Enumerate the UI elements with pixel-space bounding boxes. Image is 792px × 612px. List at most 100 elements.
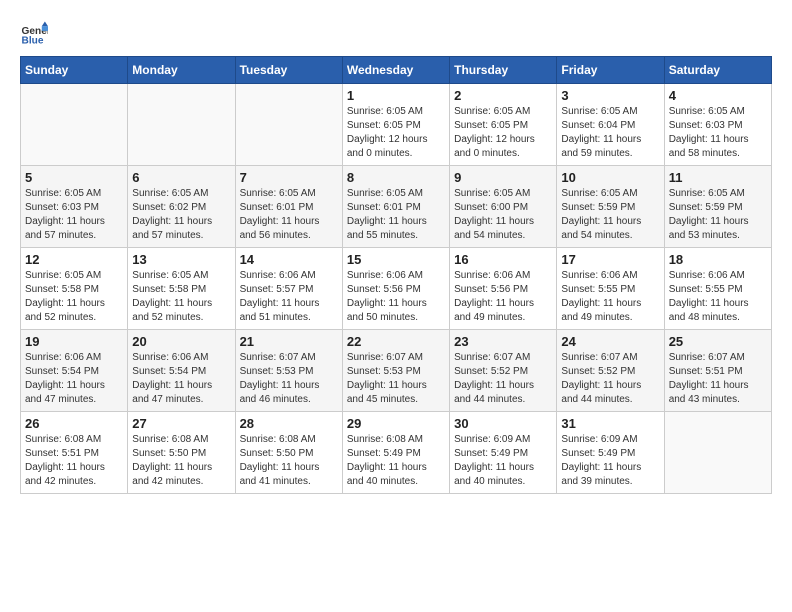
- day-info: Sunrise: 6:05 AM Sunset: 6:05 PM Dayligh…: [347, 105, 445, 161]
- calendar-cell: 20 Sunrise: 6:06 AM Sunset: 5:54 PM Dayli…: [128, 330, 235, 412]
- day-info: Sunrise: 6:05 AM Sunset: 6:04 PM Dayligh…: [561, 105, 659, 161]
- day-number: 22: [347, 334, 445, 349]
- weekday-header-sunday: Sunday: [21, 57, 128, 84]
- calendar-table: SundayMondayTuesdayWednesdayThursdayFrid…: [20, 56, 772, 494]
- calendar-cell: 15 Sunrise: 6:06 AM Sunset: 5:56 PM Dayli…: [342, 248, 449, 330]
- calendar-cell: 10 Sunrise: 6:05 AM Sunset: 5:59 PM Dayli…: [557, 166, 664, 248]
- day-info: Sunrise: 6:06 AM Sunset: 5:54 PM Dayligh…: [25, 351, 123, 407]
- calendar-cell: [664, 412, 771, 494]
- weekday-header-monday: Monday: [128, 57, 235, 84]
- svg-text:Blue: Blue: [22, 35, 44, 46]
- calendar-cell: [21, 84, 128, 166]
- calendar-cell: 16 Sunrise: 6:06 AM Sunset: 5:56 PM Dayli…: [450, 248, 557, 330]
- day-info: Sunrise: 6:07 AM Sunset: 5:52 PM Dayligh…: [454, 351, 552, 407]
- day-info: Sunrise: 6:09 AM Sunset: 5:49 PM Dayligh…: [561, 433, 659, 489]
- day-info: Sunrise: 6:05 AM Sunset: 6:01 PM Dayligh…: [347, 187, 445, 243]
- calendar-week-row: 19 Sunrise: 6:06 AM Sunset: 5:54 PM Dayli…: [21, 330, 772, 412]
- day-info: Sunrise: 6:06 AM Sunset: 5:56 PM Dayligh…: [454, 269, 552, 325]
- calendar-cell: 11 Sunrise: 6:05 AM Sunset: 5:59 PM Dayli…: [664, 166, 771, 248]
- day-info: Sunrise: 6:08 AM Sunset: 5:51 PM Dayligh…: [25, 433, 123, 489]
- day-number: 20: [132, 334, 230, 349]
- day-number: 2: [454, 88, 552, 103]
- day-number: 9: [454, 170, 552, 185]
- calendar-cell: 3Sunrise: 6:05 AM Sunset: 6:04 PM Daylig…: [557, 84, 664, 166]
- day-info: Sunrise: 6:08 AM Sunset: 5:49 PM Dayligh…: [347, 433, 445, 489]
- day-number: 29: [347, 416, 445, 431]
- calendar-cell: 24 Sunrise: 6:07 AM Sunset: 5:52 PM Dayli…: [557, 330, 664, 412]
- day-number: 5: [25, 170, 123, 185]
- calendar-cell: 26 Sunrise: 6:08 AM Sunset: 5:51 PM Dayli…: [21, 412, 128, 494]
- logo-icon: General Blue: [20, 20, 48, 48]
- calendar-cell: 7 Sunrise: 6:05 AM Sunset: 6:01 PM Daylig…: [235, 166, 342, 248]
- day-number: 13: [132, 252, 230, 267]
- weekday-header-thursday: Thursday: [450, 57, 557, 84]
- calendar-week-row: 12 Sunrise: 6:05 AM Sunset: 5:58 PM Dayli…: [21, 248, 772, 330]
- day-number: 4: [669, 88, 767, 103]
- weekday-header-friday: Friday: [557, 57, 664, 84]
- logo: General Blue: [20, 20, 52, 48]
- calendar-cell: 2 Sunrise: 6:05 AM Sunset: 6:05 PM Daylig…: [450, 84, 557, 166]
- day-number: 8: [347, 170, 445, 185]
- day-number: 21: [240, 334, 338, 349]
- day-number: 15: [347, 252, 445, 267]
- day-info: Sunrise: 6:08 AM Sunset: 5:50 PM Dayligh…: [240, 433, 338, 489]
- day-info: Sunrise: 6:05 AM Sunset: 5:58 PM Dayligh…: [25, 269, 123, 325]
- calendar-cell: 12 Sunrise: 6:05 AM Sunset: 5:58 PM Dayli…: [21, 248, 128, 330]
- day-number: 14: [240, 252, 338, 267]
- weekday-header-wednesday: Wednesday: [342, 57, 449, 84]
- day-number: 25: [669, 334, 767, 349]
- day-info: Sunrise: 6:06 AM Sunset: 5:55 PM Dayligh…: [669, 269, 767, 325]
- day-number: 12: [25, 252, 123, 267]
- day-info: Sunrise: 6:05 AM Sunset: 6:00 PM Dayligh…: [454, 187, 552, 243]
- page-header: General Blue: [20, 20, 772, 48]
- day-info: Sunrise: 6:09 AM Sunset: 5:49 PM Dayligh…: [454, 433, 552, 489]
- calendar-cell: 22Sunrise: 6:07 AM Sunset: 5:53 PM Dayli…: [342, 330, 449, 412]
- calendar-cell: 23Sunrise: 6:07 AM Sunset: 5:52 PM Dayli…: [450, 330, 557, 412]
- day-info: Sunrise: 6:07 AM Sunset: 5:53 PM Dayligh…: [240, 351, 338, 407]
- calendar-cell: 19 Sunrise: 6:06 AM Sunset: 5:54 PM Dayli…: [21, 330, 128, 412]
- calendar-cell: 31 Sunrise: 6:09 AM Sunset: 5:49 PM Dayli…: [557, 412, 664, 494]
- day-number: 27: [132, 416, 230, 431]
- calendar-week-row: 1 Sunrise: 6:05 AM Sunset: 6:05 PM Daylig…: [21, 84, 772, 166]
- calendar-cell: 27 Sunrise: 6:08 AM Sunset: 5:50 PM Dayli…: [128, 412, 235, 494]
- calendar-cell: 1 Sunrise: 6:05 AM Sunset: 6:05 PM Daylig…: [342, 84, 449, 166]
- day-number: 1: [347, 88, 445, 103]
- day-number: 6: [132, 170, 230, 185]
- day-info: Sunrise: 6:06 AM Sunset: 5:55 PM Dayligh…: [561, 269, 659, 325]
- day-info: Sunrise: 6:08 AM Sunset: 5:50 PM Dayligh…: [132, 433, 230, 489]
- day-number: 7: [240, 170, 338, 185]
- day-number: 16: [454, 252, 552, 267]
- day-info: Sunrise: 6:06 AM Sunset: 5:54 PM Dayligh…: [132, 351, 230, 407]
- calendar-cell: 9 Sunrise: 6:05 AM Sunset: 6:00 PM Daylig…: [450, 166, 557, 248]
- calendar-cell: 4Sunrise: 6:05 AM Sunset: 6:03 PM Daylig…: [664, 84, 771, 166]
- calendar-cell: 5 Sunrise: 6:05 AM Sunset: 6:03 PM Daylig…: [21, 166, 128, 248]
- day-number: 31: [561, 416, 659, 431]
- day-number: 19: [25, 334, 123, 349]
- calendar-cell: 17Sunrise: 6:06 AM Sunset: 5:55 PM Dayli…: [557, 248, 664, 330]
- calendar-cell: 29 Sunrise: 6:08 AM Sunset: 5:49 PM Dayli…: [342, 412, 449, 494]
- day-info: Sunrise: 6:05 AM Sunset: 6:02 PM Dayligh…: [132, 187, 230, 243]
- day-info: Sunrise: 6:06 AM Sunset: 5:57 PM Dayligh…: [240, 269, 338, 325]
- day-info: Sunrise: 6:07 AM Sunset: 5:52 PM Dayligh…: [561, 351, 659, 407]
- day-info: Sunrise: 6:05 AM Sunset: 6:03 PM Dayligh…: [25, 187, 123, 243]
- day-number: 30: [454, 416, 552, 431]
- day-info: Sunrise: 6:06 AM Sunset: 5:56 PM Dayligh…: [347, 269, 445, 325]
- day-info: Sunrise: 6:05 AM Sunset: 6:05 PM Dayligh…: [454, 105, 552, 161]
- day-number: 10: [561, 170, 659, 185]
- day-number: 28: [240, 416, 338, 431]
- calendar-cell: 8 Sunrise: 6:05 AM Sunset: 6:01 PM Daylig…: [342, 166, 449, 248]
- calendar-cell: 6 Sunrise: 6:05 AM Sunset: 6:02 PM Daylig…: [128, 166, 235, 248]
- calendar-cell: [235, 84, 342, 166]
- day-number: 11: [669, 170, 767, 185]
- calendar-cell: 25 Sunrise: 6:07 AM Sunset: 5:51 PM Dayli…: [664, 330, 771, 412]
- day-number: 26: [25, 416, 123, 431]
- day-info: Sunrise: 6:05 AM Sunset: 5:59 PM Dayligh…: [561, 187, 659, 243]
- calendar-cell: 30 Sunrise: 6:09 AM Sunset: 5:49 PM Dayli…: [450, 412, 557, 494]
- day-info: Sunrise: 6:05 AM Sunset: 6:01 PM Dayligh…: [240, 187, 338, 243]
- day-info: Sunrise: 6:07 AM Sunset: 5:51 PM Dayligh…: [669, 351, 767, 407]
- calendar-cell: 13Sunrise: 6:05 AM Sunset: 5:58 PM Dayli…: [128, 248, 235, 330]
- day-info: Sunrise: 6:05 AM Sunset: 5:59 PM Dayligh…: [669, 187, 767, 243]
- calendar-cell: [128, 84, 235, 166]
- day-number: 18: [669, 252, 767, 267]
- day-number: 24: [561, 334, 659, 349]
